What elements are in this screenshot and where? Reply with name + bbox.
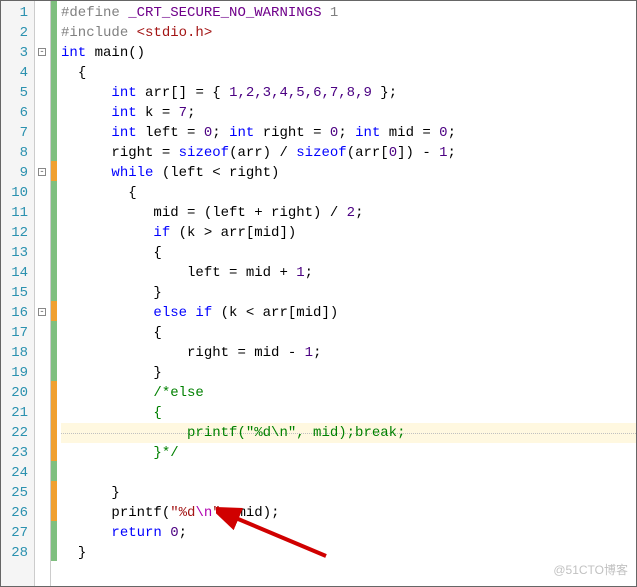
line-number: 10 bbox=[3, 183, 28, 203]
code-line[interactable]: } bbox=[61, 363, 636, 383]
line-number: 9 bbox=[3, 163, 28, 183]
fold-toggle-icon[interactable]: - bbox=[38, 48, 46, 56]
function-name: main bbox=[95, 45, 129, 61]
line-number: 26 bbox=[3, 503, 28, 523]
code-line[interactable]: int arr[] = { 1,2,3,4,5,6,7,8,9 }; bbox=[61, 83, 636, 103]
code-line[interactable]: { bbox=[61, 403, 636, 423]
code-line[interactable]: { bbox=[61, 323, 636, 343]
line-number: 2 bbox=[3, 23, 28, 43]
line-number: 12 bbox=[3, 223, 28, 243]
fold-marker-column: - - - bbox=[35, 1, 51, 586]
line-number: 19 bbox=[3, 363, 28, 383]
code-line[interactable]: } bbox=[61, 543, 636, 563]
code-area[interactable]: #define _CRT_SECURE_NO_WARNINGS 1 #inclu… bbox=[57, 1, 636, 586]
line-number: 22 bbox=[3, 423, 28, 443]
line-number: 16 bbox=[3, 303, 28, 323]
code-line[interactable]: #define _CRT_SECURE_NO_WARNINGS 1 bbox=[61, 3, 636, 23]
line-number-gutter: 1234567891011121314151617181920212223242… bbox=[1, 1, 35, 586]
code-line[interactable]: mid = (left + right) / 2; bbox=[61, 203, 636, 223]
line-number: 20 bbox=[3, 383, 28, 403]
code-line[interactable]: left = mid + 1; bbox=[61, 263, 636, 283]
line-number: 11 bbox=[3, 203, 28, 223]
line-number: 18 bbox=[3, 343, 28, 363]
line-number: 4 bbox=[3, 63, 28, 83]
include-header: <stdio.h> bbox=[137, 25, 213, 41]
line-number: 3 bbox=[3, 43, 28, 63]
code-line[interactable]: } bbox=[61, 283, 636, 303]
code-line[interactable]: while (left < right) bbox=[61, 163, 636, 183]
line-number: 23 bbox=[3, 443, 28, 463]
code-line[interactable]: /*else bbox=[61, 383, 636, 403]
line-number: 27 bbox=[3, 523, 28, 543]
line-number: 17 bbox=[3, 323, 28, 343]
line-number: 5 bbox=[3, 83, 28, 103]
code-line[interactable]: }*/ bbox=[61, 443, 636, 463]
code-editor[interactable]: 1234567891011121314151617181920212223242… bbox=[0, 0, 637, 587]
line-number: 28 bbox=[3, 543, 28, 563]
code-line[interactable]: int k = 7; bbox=[61, 103, 636, 123]
code-line[interactable]: { bbox=[61, 183, 636, 203]
code-line-highlighted[interactable]: printf("%d\n", mid);break; bbox=[61, 423, 636, 443]
code-line[interactable]: { bbox=[61, 243, 636, 263]
code-line[interactable]: if (k > arr[mid]) bbox=[61, 223, 636, 243]
code-line[interactable]: #include <stdio.h> bbox=[61, 23, 636, 43]
line-number: 25 bbox=[3, 483, 28, 503]
line-number: 13 bbox=[3, 243, 28, 263]
directive-keyword: define bbox=[69, 5, 119, 21]
line-number: 24 bbox=[3, 463, 28, 483]
code-line[interactable] bbox=[61, 463, 636, 483]
code-line[interactable]: else if (k < arr[mid]) bbox=[61, 303, 636, 323]
code-line[interactable]: printf("%d\n", mid); bbox=[61, 503, 636, 523]
code-line[interactable]: } bbox=[61, 483, 636, 503]
fold-toggle-icon[interactable]: - bbox=[38, 168, 46, 176]
line-number: 6 bbox=[3, 103, 28, 123]
code-line[interactable]: return 0; bbox=[61, 523, 636, 543]
line-number: 15 bbox=[3, 283, 28, 303]
macro-name: _CRT_SECURE_NO_WARNINGS bbox=[128, 5, 321, 21]
line-number: 21 bbox=[3, 403, 28, 423]
line-number: 1 bbox=[3, 3, 28, 23]
code-line[interactable]: { bbox=[61, 63, 636, 83]
line-number: 8 bbox=[3, 143, 28, 163]
code-line[interactable]: int left = 0; int right = 0; int mid = 0… bbox=[61, 123, 636, 143]
line-number: 7 bbox=[3, 123, 28, 143]
code-line[interactable]: right = sizeof(arr) / sizeof(arr[0]) - 1… bbox=[61, 143, 636, 163]
line-number: 14 bbox=[3, 263, 28, 283]
code-line[interactable]: right = mid - 1; bbox=[61, 343, 636, 363]
code-line[interactable]: int main() bbox=[61, 43, 636, 63]
fold-toggle-icon[interactable]: - bbox=[38, 308, 46, 316]
